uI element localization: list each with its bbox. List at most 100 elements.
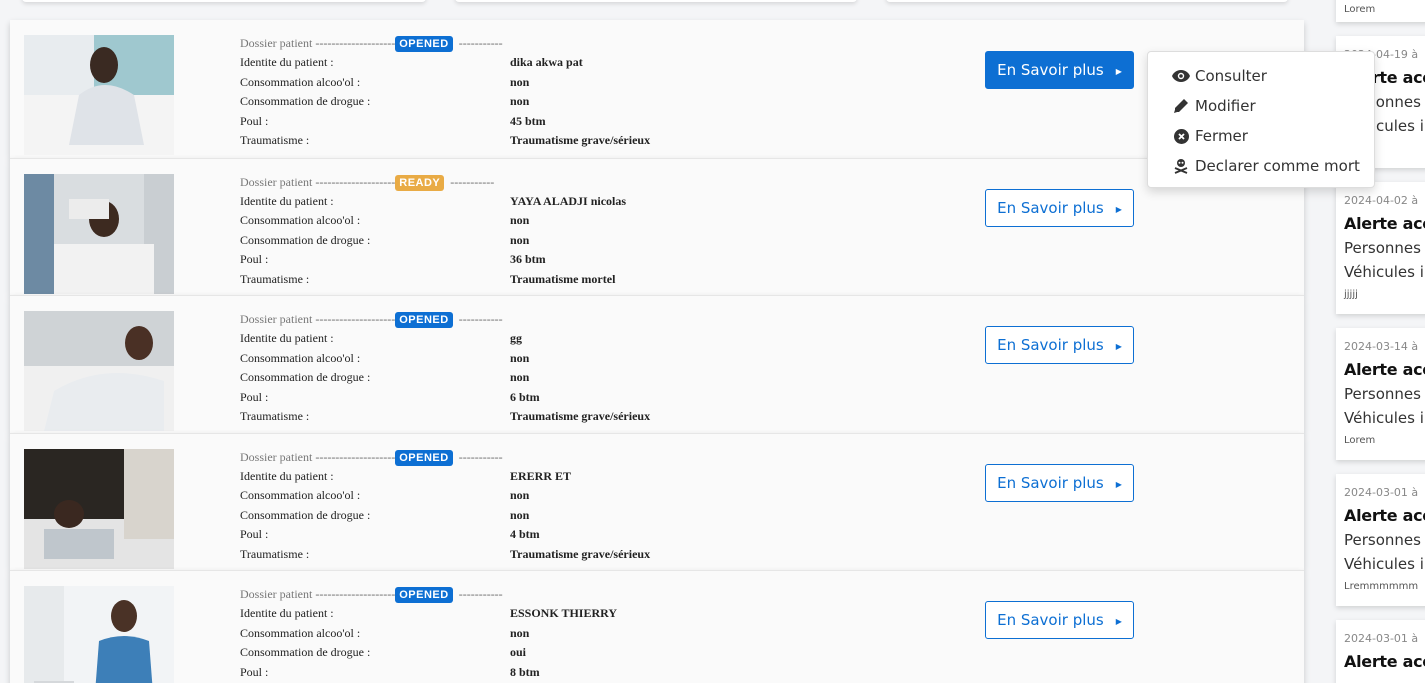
more-info-button-label: En Savoir plus	[997, 611, 1104, 629]
pulse-value: 45 btm	[510, 113, 546, 128]
trauma-value: Traumatisme grave/sérieux	[510, 133, 651, 148]
patient-info: Dossier patient -------------------- OPEN…	[240, 585, 800, 683]
drug-value: oui	[510, 645, 527, 660]
trauma-value: Traumatisme mortel	[510, 271, 616, 286]
alert-note: Lorem	[1344, 4, 1376, 15]
pulse-value: 8 btm	[510, 664, 540, 679]
alcohol-label: Consommation alcoo'ol :	[240, 74, 361, 89]
patient-actions-dropdown: Consulter Modifier Fermer Declarer comme…	[1147, 51, 1375, 188]
record-header-label: Dossier patient	[240, 312, 316, 326]
pulse-label: Poul :	[240, 389, 269, 404]
menu-item-label: Fermer	[1195, 127, 1248, 145]
record-header-label: Dossier patient	[240, 587, 316, 601]
pulse-label: Poul :	[240, 113, 269, 128]
header-dashes: -----------	[458, 587, 503, 601]
patient-photo	[24, 311, 174, 431]
identity-value: ERERR ET	[510, 468, 572, 483]
drug-label: Consommation de drogue :	[240, 507, 371, 522]
top-card	[455, 0, 857, 2]
header-dashes: --------------------	[315, 36, 396, 50]
alert-vehicles: Véhicules impliqués	[1344, 409, 1425, 427]
pulse-value: 36 btm	[510, 252, 546, 267]
caret-right-icon: ▶	[1115, 67, 1122, 76]
alert-card[interactable]: 2024-03-01 à Alerte accident	[1336, 620, 1425, 683]
header-dashes: -----------	[450, 174, 495, 189]
patient-info: Dossier patient -------------------- OPEN…	[240, 448, 800, 565]
more-info-button[interactable]: En Savoir plus ▶	[985, 51, 1134, 89]
alcohol-label: Consommation alcoo'ol :	[240, 213, 361, 228]
alcohol-value: non	[510, 74, 530, 89]
status-badge: OPENED	[395, 449, 453, 466]
alert-card[interactable]: 2024-03-14 à Alerte accident Personnes V…	[1336, 328, 1425, 460]
record-header-label: Dossier patient	[240, 36, 316, 50]
eye-icon	[1172, 70, 1190, 82]
record-header: Dossier patient -------------------- OPEN…	[240, 310, 800, 329]
patient-info: Dossier patient -------------------- OPEN…	[240, 310, 800, 427]
menu-item-declarer-mort[interactable]: Declarer comme mort	[1148, 151, 1374, 181]
status-badge: OPENED	[395, 36, 453, 53]
menu-item-label: Consulter	[1195, 67, 1267, 85]
caret-right-icon: ▶	[1115, 205, 1122, 214]
record-header-label: Dossier patient	[240, 449, 316, 464]
more-info-button-label: En Savoir plus	[997, 199, 1104, 217]
alert-title: Alerte accident	[1344, 360, 1425, 379]
trauma-label: Traumatisme :	[240, 546, 310, 561]
caret-right-icon: ▶	[1115, 617, 1122, 626]
alert-card[interactable]: 2024-03-01 à Alerte accident Personnes V…	[1336, 474, 1425, 606]
pulse-value: 6 btm	[510, 389, 540, 404]
header-dashes: -----------	[458, 449, 503, 464]
alcohol-value: non	[510, 488, 530, 503]
patient-info: Dossier patient -------------------- READ…	[240, 173, 800, 290]
alert-note: Lremmmmmm	[1344, 581, 1419, 592]
alert-persons: Personnes	[1344, 531, 1421, 549]
more-info-button[interactable]: En Savoir plus ▶	[985, 189, 1134, 227]
alert-vehicles: Véhicules impliqués	[1344, 555, 1425, 573]
pulse-label: Poul :	[240, 664, 269, 679]
header-dashes: --------------------	[315, 449, 396, 464]
trauma-value: Traumatisme grave/sérieux	[510, 546, 651, 561]
pencil-icon	[1172, 98, 1190, 114]
record-header: Dossier patient -------------------- READ…	[240, 173, 800, 192]
more-info-button-label: En Savoir plus	[997, 61, 1104, 79]
alert-date: 2024-04-02 à	[1344, 194, 1419, 207]
patient-photo	[24, 586, 174, 683]
menu-item-consulter[interactable]: Consulter	[1148, 61, 1374, 91]
identity-label: Identite du patient :	[240, 468, 334, 483]
status-badge: OPENED	[395, 587, 453, 604]
identity-label: Identite du patient :	[240, 331, 334, 345]
identity-value: dika akwa pat	[510, 55, 583, 69]
more-info-button-label: En Savoir plus	[997, 474, 1104, 492]
patient-info: Dossier patient -------------------- OPEN…	[240, 34, 800, 151]
patient-photo	[24, 448, 174, 569]
alert-card[interactable]: Lorem	[1336, 0, 1425, 22]
more-info-button-label: En Savoir plus	[997, 336, 1104, 354]
more-info-button[interactable]: En Savoir plus ▶	[985, 464, 1134, 502]
menu-item-modifier[interactable]: Modifier	[1148, 91, 1374, 121]
alert-card[interactable]: 2024-04-02 à Alerte accident Personnes V…	[1336, 182, 1425, 314]
identity-value: ESSONK THIERRY	[510, 606, 618, 620]
alcohol-value: non	[510, 350, 530, 365]
trauma-label: Traumatisme :	[240, 133, 310, 148]
drug-value: non	[510, 507, 530, 522]
alert-date: 2024-03-14 à	[1344, 340, 1419, 353]
alert-date: 2024-03-01 à	[1344, 632, 1419, 645]
page: Dossier patient -------------------- OPEN…	[0, 0, 1425, 683]
more-info-button[interactable]: En Savoir plus ▶	[985, 601, 1134, 639]
record-header-label: Dossier patient	[240, 174, 316, 189]
trauma-label: Traumatisme :	[240, 271, 310, 286]
caret-right-icon: ▶	[1115, 342, 1122, 351]
skull-crossbones-icon	[1172, 158, 1190, 174]
drug-value: non	[510, 232, 530, 247]
menu-item-label: Declarer comme mort	[1195, 157, 1360, 175]
status-badge: OPENED	[395, 312, 453, 329]
menu-item-fermer[interactable]: Fermer	[1148, 121, 1374, 151]
identity-label: Identite du patient :	[240, 55, 334, 69]
more-info-button[interactable]: En Savoir plus ▶	[985, 326, 1134, 364]
pulse-label: Poul :	[240, 252, 269, 267]
identity-value: YAYA ALADJI nicolas	[510, 193, 627, 208]
header-dashes: --------------------	[315, 174, 396, 189]
patient-photo	[24, 173, 174, 294]
alcohol-value: non	[510, 213, 530, 228]
patient-photo	[24, 35, 174, 155]
pulse-label: Poul :	[240, 527, 269, 542]
